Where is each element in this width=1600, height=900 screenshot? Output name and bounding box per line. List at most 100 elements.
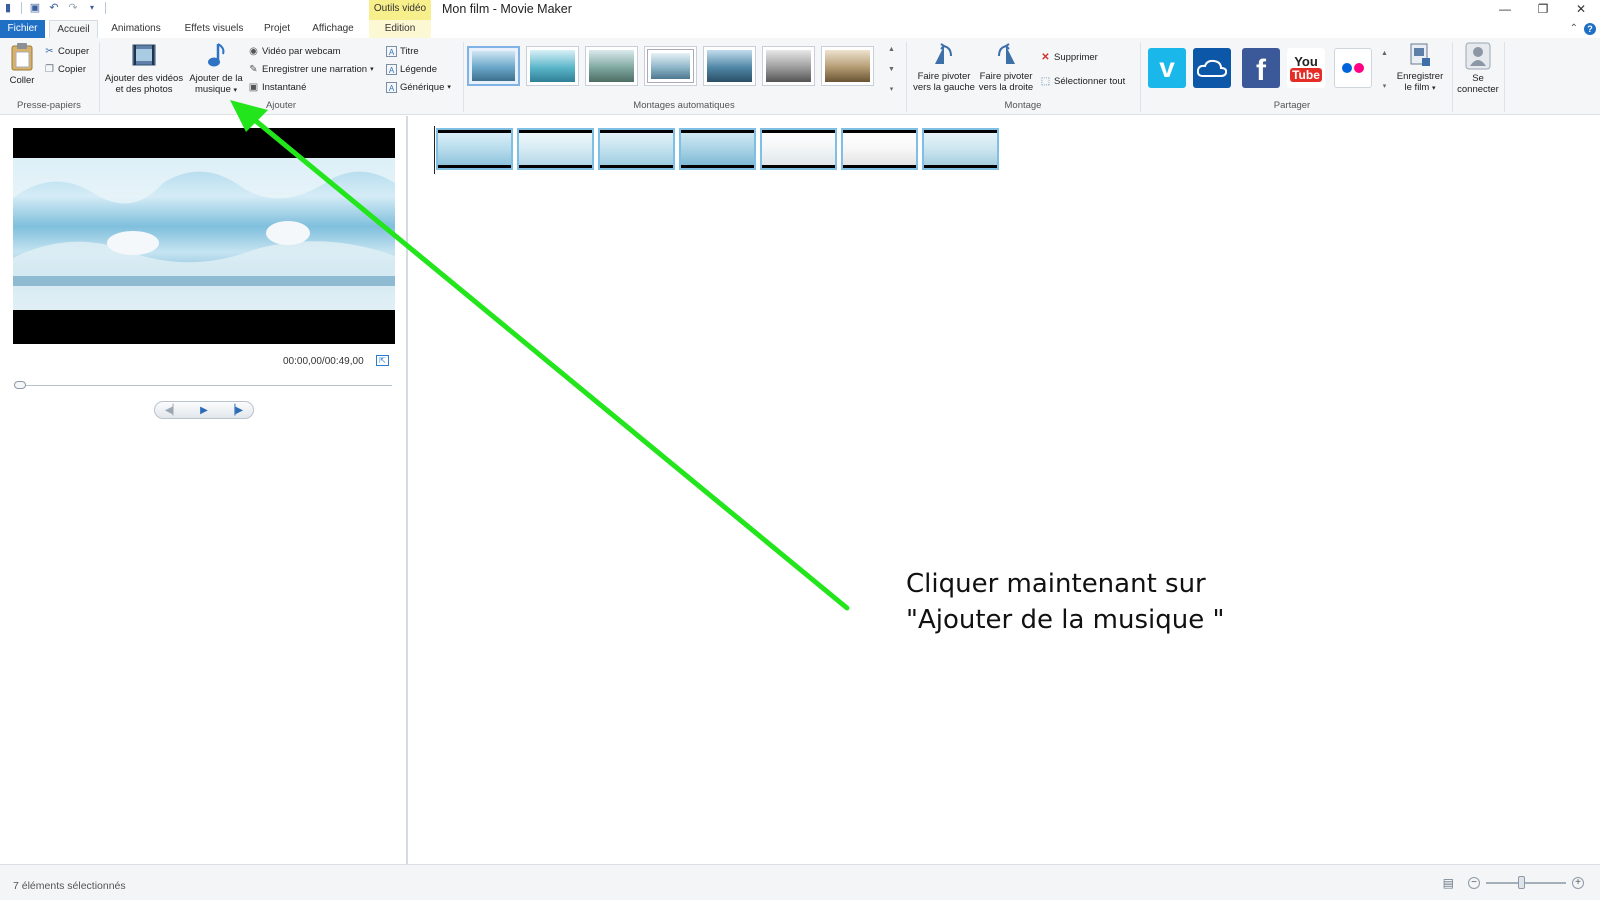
ice-scene-image [13, 158, 395, 310]
add-videos-photos-button[interactable]: Ajouter des vidéos et des photos [103, 42, 185, 95]
title-button[interactable]: A Titre [386, 44, 419, 58]
scroll-down-icon[interactable]: ▾ [1380, 82, 1389, 90]
playhead[interactable] [434, 126, 435, 174]
scroll-down-icon[interactable]: ▼ [887, 66, 896, 73]
play-icon[interactable]: ▶ [200, 405, 208, 416]
group-divider [1452, 42, 1453, 112]
vimeo-glyph: v [1159, 52, 1175, 83]
redo-icon[interactable]: ↷ [67, 2, 79, 14]
selection-status: 7 éléments sélectionnés [13, 880, 126, 892]
clip-item[interactable] [517, 128, 594, 170]
add-videos-label-1: Ajouter des vidéos [104, 73, 184, 84]
ribbon-tabs: Fichier Accueil Animations Effets visuel… [0, 20, 1600, 38]
automovie-theme[interactable] [526, 46, 579, 86]
tab-effets-visuels[interactable]: Effets visuels [178, 20, 250, 38]
facebook-icon[interactable]: f [1242, 48, 1280, 88]
clip-item[interactable] [598, 128, 675, 170]
close-icon[interactable]: ✕ [1562, 0, 1600, 18]
automovie-theme[interactable] [467, 46, 520, 86]
add-music-button[interactable]: Ajouter de la musique ▾ [187, 42, 245, 96]
title-label: Titre [400, 45, 419, 57]
rotate-right-label-1: Faire pivoter [979, 71, 1033, 82]
flickr-icon[interactable] [1334, 48, 1372, 88]
tab-edition[interactable]: Edition [369, 20, 431, 38]
select-all-button[interactable]: ⬚ Sélectionner tout [1040, 74, 1126, 88]
clip-item[interactable] [679, 128, 756, 170]
previous-frame-icon[interactable]: ◀▏ [165, 405, 180, 416]
qat-dropdown-icon[interactable]: ▾ [86, 2, 98, 14]
clip-item[interactable] [922, 128, 999, 170]
clip-item[interactable] [760, 128, 837, 170]
record-narration-button[interactable]: ✎ Enregistrer une narration ▾ [248, 62, 373, 76]
cut-button[interactable]: ✂ Couper [44, 44, 89, 58]
automovie-theme[interactable] [703, 46, 756, 86]
youtube-icon[interactable]: You Tube [1287, 48, 1325, 88]
tab-animations[interactable]: Animations [104, 20, 168, 38]
chevron-down-icon: ▾ [233, 87, 238, 94]
zoom-slider-handle[interactable] [1518, 876, 1525, 889]
help-icon[interactable]: ? [1584, 23, 1596, 35]
undo-icon[interactable]: ↶ [48, 2, 60, 14]
annotation-line-2: "Ajouter de la musique " [906, 605, 1225, 635]
gallery-more-icon[interactable]: ▾ [887, 85, 896, 93]
rotate-left-icon [935, 43, 952, 64]
tab-affichage[interactable]: Affichage [306, 20, 360, 38]
group-divider [1504, 42, 1505, 112]
webcam-video-button[interactable]: ◉ Vidéo par webcam [248, 44, 340, 58]
seek-bar[interactable] [14, 385, 392, 386]
credits-button[interactable]: A Générique ▾ [386, 80, 451, 94]
rotate-right-button[interactable]: Faire pivoter vers la droite [976, 42, 1036, 93]
add-video-icon [132, 44, 156, 66]
tab-fichier[interactable]: Fichier [0, 20, 45, 38]
app-icon[interactable]: ▮ [2, 2, 14, 14]
flickr-blue-dot [1342, 63, 1352, 73]
clip-thumbnail [924, 133, 997, 165]
automovie-theme[interactable] [644, 46, 697, 86]
minimize-icon[interactable]: — [1486, 0, 1524, 18]
save-movie-button[interactable]: Enregistrer le film ▾ [1392, 42, 1448, 94]
vimeo-icon[interactable]: v [1148, 48, 1186, 88]
automovie-theme[interactable] [821, 46, 874, 86]
restore-icon[interactable]: ❐ [1524, 0, 1562, 18]
ribbon-minimize-icon[interactable]: ⌃ [1570, 23, 1578, 34]
fullscreen-icon[interactable]: ⇱ [376, 355, 389, 366]
next-frame-icon[interactable]: ▕▶ [228, 405, 243, 416]
onedrive-icon[interactable] [1193, 48, 1231, 88]
caption-button[interactable]: A Légende [386, 62, 437, 76]
video-preview[interactable] [13, 128, 395, 344]
theme-preview [472, 51, 515, 81]
snapshot-button[interactable]: ▣ Instantané [248, 80, 307, 94]
thumbnail-size-icon[interactable]: ▤ [1443, 876, 1454, 890]
rotate-left-button[interactable]: Faire pivoter vers la gauche [912, 42, 976, 93]
sign-in-label-2: connecter [1457, 84, 1499, 95]
automovie-theme[interactable] [762, 46, 815, 86]
scroll-up-icon[interactable]: ▲ [1380, 50, 1389, 57]
delete-icon: ✕ [1041, 51, 1050, 63]
gallery-scroll[interactable]: ▲ ▼ ▾ [887, 46, 896, 93]
automovie-theme[interactable] [585, 46, 638, 86]
zoom-slider[interactable] [1486, 876, 1566, 889]
paste-label: Coller [9, 75, 35, 86]
paste-button[interactable]: Coller [6, 42, 38, 86]
clip-thumbnail [681, 133, 754, 165]
credits-icon: A [386, 81, 397, 93]
facebook-glyph: f [1256, 54, 1266, 87]
tab-projet[interactable]: Projet [258, 20, 296, 38]
scroll-up-icon[interactable]: ▲ [887, 46, 896, 53]
clip-item[interactable] [436, 128, 513, 170]
sign-in-button[interactable]: Se connecter [1456, 42, 1500, 95]
tab-accueil[interactable]: Accueil [49, 20, 98, 38]
zoom-in-icon[interactable]: + [1572, 877, 1584, 889]
copy-button[interactable]: ❐ Copier [44, 62, 86, 76]
seek-handle[interactable] [14, 381, 26, 389]
group-divider [906, 42, 907, 112]
share-scroll[interactable]: ▲ ▾ [1380, 50, 1389, 90]
zoom-out-icon[interactable]: − [1468, 877, 1480, 889]
status-bar: 7 éléments sélectionnés ▤ − + [0, 864, 1600, 900]
automovie-gallery [467, 46, 874, 86]
select-all-icon: ⬚ [1040, 75, 1051, 87]
delete-button[interactable]: ✕ Supprimer [1040, 50, 1098, 64]
save-movie-icon [1410, 43, 1430, 66]
clip-item[interactable] [841, 128, 918, 170]
save-icon[interactable]: ▣ [29, 2, 41, 14]
